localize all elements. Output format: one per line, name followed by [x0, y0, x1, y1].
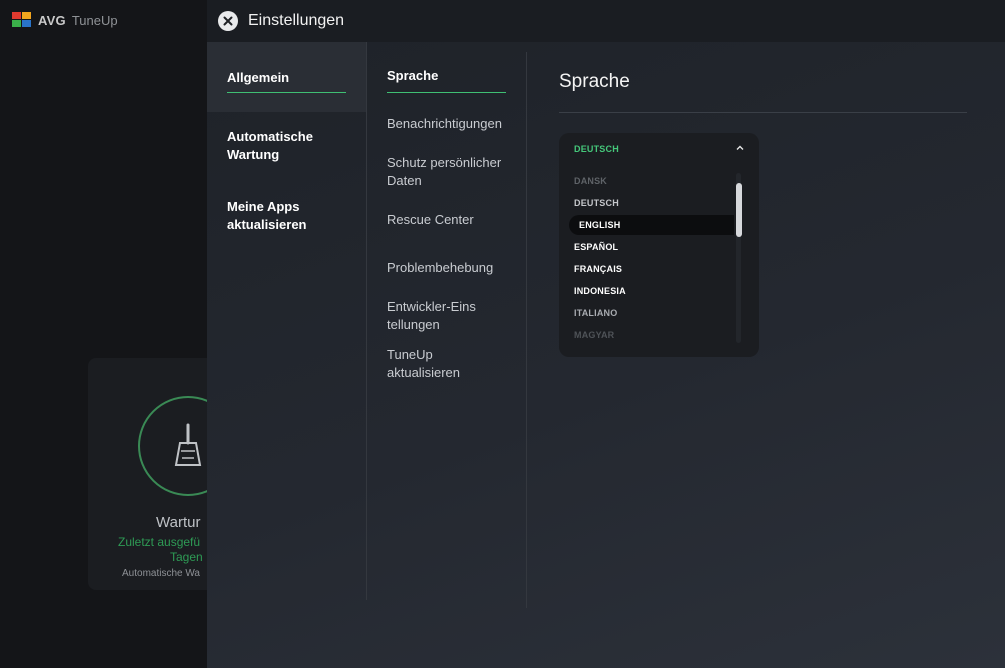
subnav-item-label: TuneUp aktualisieren: [387, 347, 460, 380]
nav-item-label: Allgemein: [227, 70, 290, 85]
language-option-indonesia[interactable]: INDONESIA: [569, 281, 734, 301]
language-dropdown-toggle[interactable]: DEUTSCH: [559, 133, 759, 165]
subnav-item-schutz[interactable]: Schutz persönlicher Daten: [387, 154, 512, 190]
settings-title: Einstellungen: [248, 12, 345, 29]
language-option-italiano[interactable]: ITALIANO: [569, 303, 734, 323]
subnav-item-label: Problembehebung: [387, 260, 494, 275]
selected-language: DEUTSCH: [574, 144, 619, 154]
subnav-item-tuneup-aktualisieren[interactable]: TuneUp aktualisieren: [387, 346, 477, 382]
close-button[interactable]: [218, 11, 238, 31]
subnav-item-label: Benachrichtigungen: [387, 116, 502, 131]
app-titlebar: AVG TuneUp: [0, 0, 210, 40]
subnav-item-label: Entwickler-Einstellungen: [387, 299, 476, 332]
settings-header: Einstellungen: [207, 0, 1005, 42]
subnav-item-problembehebung[interactable]: Problembehebung: [387, 259, 517, 277]
nav-item-meine-apps[interactable]: Meine Apps aktualisieren: [207, 198, 367, 234]
language-option-dansk[interactable]: DANSK: [569, 171, 734, 191]
product-name: TuneUp: [71, 12, 118, 28]
subnav-divider: [526, 52, 527, 608]
language-scrollbar-thumb[interactable]: [736, 183, 742, 237]
subnav-item-label: Rescue Center: [387, 212, 474, 227]
avg-logo-icon: [12, 12, 32, 28]
nav-divider: [366, 42, 367, 600]
nav-item-automatische-wartung[interactable]: Automatische Wartung: [207, 128, 367, 164]
content-divider: [559, 112, 967, 113]
active-subnav-indicator: [387, 92, 506, 93]
content-title: Sprache: [559, 71, 630, 92]
nav-item-label: Meine Apps aktualisieren: [227, 199, 307, 232]
nav-item-label: Automatische Wartung: [227, 129, 313, 162]
subnav-item-benachrichtigungen[interactable]: Benachrichtigungen: [387, 115, 517, 133]
subnav-item-label: Schutz persönlicher Daten: [387, 155, 502, 188]
subnav-item-sprache[interactable]: Sprache: [387, 67, 517, 85]
active-nav-indicator: [227, 92, 346, 93]
chevron-up-icon: [736, 145, 744, 150]
language-option-label: DANSK: [574, 176, 608, 186]
maintenance-status-days: Tagen: [170, 550, 203, 564]
maintenance-status: Zuletzt ausgefü: [118, 535, 201, 549]
language-option-label: ITALIANO: [574, 308, 618, 318]
language-option-label: FRANÇAIS: [574, 264, 623, 274]
maintenance-title: Wartur: [156, 514, 201, 531]
primary-nav: Allgemein Automatische Wartung Meine App…: [207, 42, 367, 602]
language-option-label: INDONESIA: [574, 286, 626, 296]
subnav-item-entwickler[interactable]: Entwickler-Einstellungen: [387, 298, 477, 334]
subnav-item-rescue-center[interactable]: Rescue Center: [387, 211, 517, 229]
language-option-espanol[interactable]: ESPAÑOL: [569, 237, 734, 257]
close-icon: [223, 16, 233, 26]
language-option-label: DEUTSCH: [574, 198, 619, 208]
language-option-deutsch[interactable]: DEUTSCH: [569, 193, 734, 213]
language-option-label: ESPAÑOL: [574, 242, 619, 252]
nav-item-allgemein[interactable]: Allgemein: [207, 42, 367, 112]
language-option-english[interactable]: ENGLISH: [569, 215, 734, 235]
language-option-label: ENGLISH: [579, 220, 621, 230]
broom-icon: [174, 423, 202, 466]
subnav-item-label: Sprache: [387, 68, 439, 83]
language-option-magyar[interactable]: MAGYAR: [569, 325, 734, 345]
settings-panel: Einstellungen Allgemein Automatische War…: [207, 0, 1005, 668]
brand-name: AVG: [38, 12, 66, 28]
language-dropdown[interactable]: DEUTSCH DANSK DEUTSCH ENGLISH ESPAÑOL FR…: [559, 133, 759, 357]
maintenance-mode: Automatische Wa: [122, 568, 200, 579]
language-option-francais[interactable]: FRANÇAIS: [569, 259, 734, 279]
language-option-label: MAGYAR: [574, 330, 615, 340]
